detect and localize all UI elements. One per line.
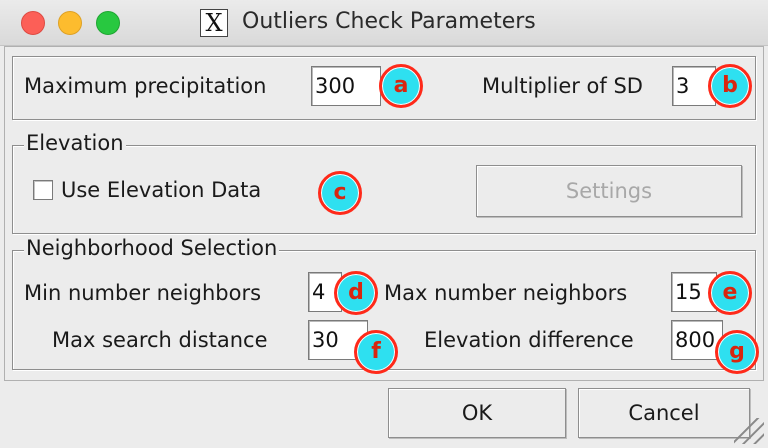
max-neighbors-label: Max number neighbors: [384, 281, 628, 305]
use-elevation-checkbox[interactable]: [33, 180, 53, 200]
settings-button[interactable]: Settings: [476, 165, 742, 217]
title-bar[interactable]: X Outliers Check Parameters: [0, 0, 768, 46]
dialog-window: X Outliers Check Parameters Maximum prec…: [0, 0, 768, 448]
neighborhood-legend: Neighborhood Selection: [24, 236, 280, 260]
annotation-badge-d: d: [334, 271, 378, 315]
annotation-badge-c: c: [318, 171, 362, 215]
window-title: Outliers Check Parameters: [242, 9, 536, 34]
elevation-legend: Elevation: [24, 131, 126, 155]
annotation-badge-a: a: [379, 64, 423, 108]
max-precip-label: Maximum precipitation: [24, 74, 267, 98]
maximize-window-button[interactable]: [96, 11, 120, 35]
max-precip-input[interactable]: 300: [311, 66, 381, 106]
annotation-badge-e: e: [708, 271, 752, 315]
annotation-badge-f: f: [354, 330, 398, 374]
ok-button[interactable]: OK: [388, 388, 566, 438]
minimize-window-button[interactable]: [58, 11, 82, 35]
cancel-button[interactable]: Cancel: [578, 388, 750, 438]
resize-grip-icon[interactable]: [734, 418, 764, 444]
min-neighbors-label: Min number neighbors: [24, 281, 262, 305]
use-elevation-label[interactable]: Use Elevation Data: [61, 177, 261, 203]
multiplier-sd-label: Multiplier of SD: [482, 74, 643, 98]
annotation-badge-b: b: [708, 64, 752, 108]
close-window-button[interactable]: [21, 11, 45, 35]
elevation-difference-label: Elevation difference: [424, 328, 634, 352]
annotation-badge-g: g: [715, 330, 759, 374]
x-window-icon: X: [200, 9, 228, 37]
max-search-distance-label: Max search distance: [52, 328, 268, 352]
